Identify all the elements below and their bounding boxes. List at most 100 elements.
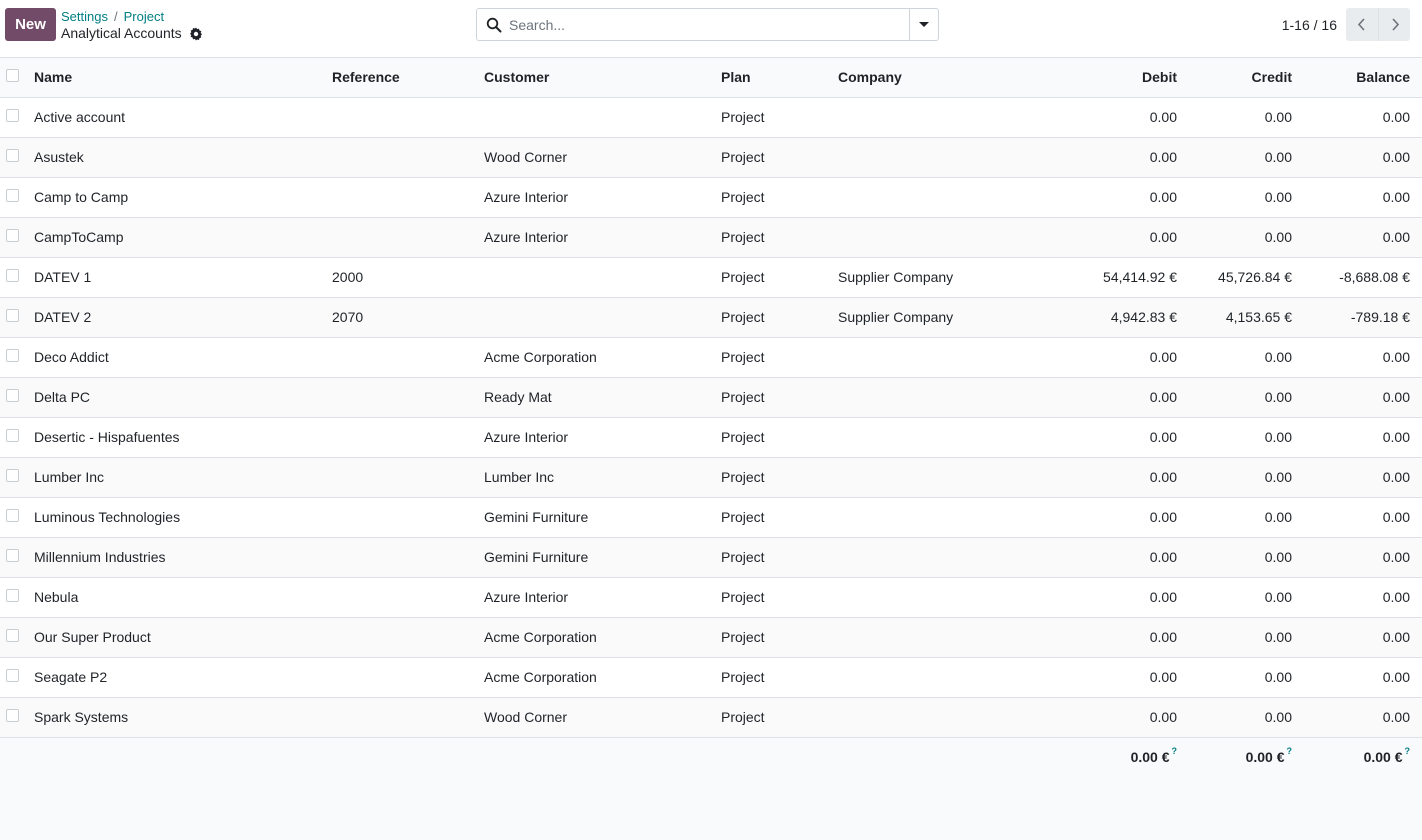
select-all-cell xyxy=(0,58,34,98)
credit-cell: 0.00 xyxy=(1264,429,1292,445)
table-row[interactable]: Active account Project 0.00 0.00 0.00 xyxy=(0,97,1422,137)
chevron-left-icon xyxy=(1357,18,1365,31)
table-row[interactable]: Millennium Industries Gemini Furniture Pro… xyxy=(0,537,1422,577)
list-view: Name Reference Customer Plan Company Deb… xyxy=(0,58,1422,840)
column-header-company[interactable]: Company xyxy=(838,58,1028,98)
table-row[interactable]: Seagate P2 Acme Corporation Project 0.00 0.0… xyxy=(0,657,1422,697)
row-checkbox[interactable] xyxy=(6,468,19,482)
row-checkbox[interactable] xyxy=(6,628,19,642)
table-row[interactable]: CampToCamp Azure Interior Project 0.00 0.00 0… xyxy=(0,217,1422,257)
breadcrumb-separator: / xyxy=(113,9,118,24)
company-cell xyxy=(838,377,1028,417)
plan-cell: Project xyxy=(721,189,765,205)
caret-down-icon xyxy=(919,22,929,27)
reference-cell xyxy=(332,177,484,217)
name-cell: CampToCamp xyxy=(34,229,124,245)
page-title: Analytical Accounts xyxy=(61,25,182,41)
row-select-cell xyxy=(0,337,34,377)
debit-cell: 0.00 xyxy=(1149,629,1177,645)
table-row[interactable]: Deco Addict Acme Corporation Project 0.00 0.… xyxy=(0,337,1422,377)
row-checkbox[interactable] xyxy=(6,228,19,242)
debit-cell: 0.00 xyxy=(1149,509,1177,525)
column-header-debit[interactable]: Debit xyxy=(1028,58,1189,98)
plan-cell: Project xyxy=(721,589,765,605)
row-checkbox[interactable] xyxy=(6,508,19,522)
debit-cell: 0.00 xyxy=(1149,669,1177,685)
customer-cell: Gemini Furniture xyxy=(484,549,589,565)
pager-value[interactable]: 1-16 / 16 xyxy=(1260,16,1337,34)
column-header-credit[interactable]: Credit xyxy=(1189,58,1304,98)
table-row[interactable]: Lumber Inc Lumber Inc Project 0.00 0.00 0.00 xyxy=(0,457,1422,497)
row-checkbox[interactable] xyxy=(6,188,19,202)
name-cell: Delta PC xyxy=(34,389,91,405)
breadcrumb-settings[interactable]: Settings xyxy=(61,9,108,24)
search-options-toggle[interactable] xyxy=(909,8,939,41)
help-icon[interactable]: ? xyxy=(1287,746,1293,756)
table-row[interactable]: DATEV 1 2000 Project Supplier Company 54,414… xyxy=(0,257,1422,297)
table-row[interactable]: Asustek Wood Corner Project 0.00 0.00 0.00 xyxy=(0,137,1422,177)
debit-cell: 0.00 xyxy=(1149,349,1177,365)
name-cell: Desertic - Hispafuentes xyxy=(34,429,180,445)
row-checkbox[interactable] xyxy=(6,108,19,122)
name-cell: Nebula xyxy=(34,589,79,605)
help-icon[interactable]: ? xyxy=(1405,746,1411,756)
row-checkbox[interactable] xyxy=(6,308,19,322)
row-checkbox[interactable] xyxy=(6,668,19,682)
new-button[interactable]: New xyxy=(5,8,56,41)
column-header-reference[interactable]: Reference xyxy=(332,58,484,98)
row-checkbox[interactable] xyxy=(6,588,19,602)
plan-cell: Project xyxy=(721,429,765,445)
select-all-checkbox[interactable] xyxy=(6,69,19,83)
total-credit: 0.00 € xyxy=(1245,749,1285,766)
name-cell: Asustek xyxy=(34,149,84,165)
breadcrumb-project[interactable]: Project xyxy=(124,9,164,24)
customer-cell xyxy=(484,297,721,337)
column-header-customer[interactable]: Customer xyxy=(484,58,721,98)
plan-cell: Project xyxy=(721,309,765,325)
reference-cell: 2070 xyxy=(332,309,364,325)
company-cell xyxy=(838,137,1028,177)
totals-row: 0.00 €? 0.00 €? 0.00 €? xyxy=(0,737,1422,777)
table-row[interactable]: Desertic - Hispafuentes Azure Interior Pro… xyxy=(0,417,1422,457)
row-select-cell xyxy=(0,297,34,337)
help-icon[interactable]: ? xyxy=(1172,746,1178,756)
column-header-plan[interactable]: Plan xyxy=(721,58,838,98)
table-row[interactable]: Luminous Technologies Gemini Furniture Pro… xyxy=(0,497,1422,537)
pager-next-button[interactable] xyxy=(1378,8,1410,41)
debit-cell: 0.00 xyxy=(1149,549,1177,565)
credit-cell: 0.00 xyxy=(1264,669,1292,685)
row-checkbox[interactable] xyxy=(6,428,19,442)
reference-cell xyxy=(332,657,484,697)
row-checkbox[interactable] xyxy=(6,548,19,562)
table-row[interactable]: Spark Systems Wood Corner Project 0.00 0.00 0… xyxy=(0,697,1422,737)
row-checkbox[interactable] xyxy=(6,148,19,162)
reference-cell xyxy=(332,377,484,417)
reference-cell xyxy=(332,417,484,457)
plan-cell: Project xyxy=(721,109,765,125)
reference-cell xyxy=(332,697,484,737)
table-row[interactable]: Our Super Product Acme Corporation Project… xyxy=(0,617,1422,657)
row-checkbox[interactable] xyxy=(6,348,19,362)
company-cell xyxy=(838,217,1028,257)
row-select-cell xyxy=(0,457,34,497)
row-select-cell xyxy=(0,377,34,417)
table-row[interactable]: DATEV 2 2070 Project Supplier Company 4,942.… xyxy=(0,297,1422,337)
column-header-balance[interactable]: Balance xyxy=(1304,58,1422,98)
table-row[interactable]: Nebula Azure Interior Project 0.00 0.00 0.00 xyxy=(0,577,1422,617)
table-row[interactable]: Delta PC Ready Mat Project 0.00 0.00 0.00 xyxy=(0,377,1422,417)
total-balance: 0.00 € xyxy=(1363,749,1403,766)
gear-icon[interactable] xyxy=(189,27,203,41)
company-cell xyxy=(838,617,1028,657)
customer-cell: Lumber Inc xyxy=(484,469,555,485)
row-select-cell xyxy=(0,97,34,137)
row-checkbox[interactable] xyxy=(6,388,19,402)
pager-previous-button[interactable] xyxy=(1346,8,1378,41)
customer-cell: Ready Mat xyxy=(484,389,552,405)
search-icon xyxy=(486,17,502,33)
table-row[interactable]: Camp to Camp Azure Interior Project 0.00 0.0… xyxy=(0,177,1422,217)
credit-cell: 0.00 xyxy=(1264,109,1292,125)
row-checkbox[interactable] xyxy=(6,708,19,722)
row-checkbox[interactable] xyxy=(6,268,19,282)
column-header-name[interactable]: Name xyxy=(34,58,332,98)
search-input[interactable] xyxy=(509,9,899,40)
